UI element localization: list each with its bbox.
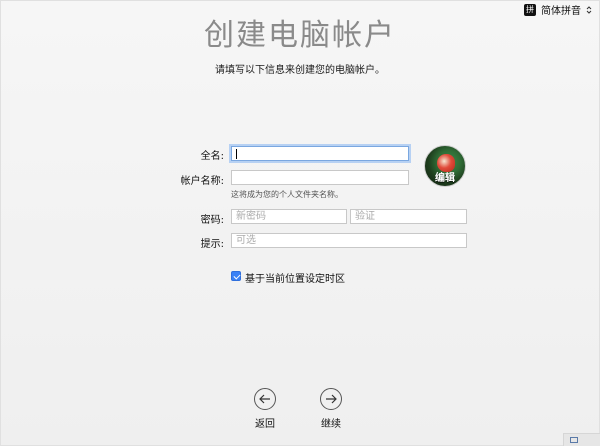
continue-label[interactable]: 继续 [311, 415, 351, 430]
page-title: 创建电脑帐户 [204, 18, 396, 53]
password-hint-label: 提示: [200, 239, 224, 250]
verify-password-placeholder: 验证 [355, 211, 375, 222]
timezone-checkbox[interactable] [231, 271, 241, 281]
status-corner [563, 433, 600, 446]
window-icon [570, 437, 578, 443]
avatar-edit-label: 编辑 [435, 173, 455, 184]
full-name-field[interactable] [231, 146, 409, 161]
account-name-label: 帐户名称: [180, 176, 224, 187]
text-caret [236, 149, 237, 159]
arrow-right-icon [326, 394, 337, 404]
new-password-placeholder: 新密码 [236, 211, 266, 222]
account-name-field[interactable] [231, 170, 409, 185]
arrow-left-icon [259, 394, 270, 404]
new-password-field[interactable]: 新密码 [231, 209, 347, 224]
password-hint-field[interactable]: 可选 [231, 233, 467, 248]
verify-password-field[interactable]: 验证 [350, 209, 467, 224]
continue-button[interactable] [320, 388, 342, 410]
back-button[interactable] [254, 388, 276, 410]
full-name-label: 全名: [200, 151, 224, 162]
page-subtitle: 请填写以下信息来创建您的电脑帐户。 [215, 65, 385, 76]
password-hint-placeholder: 可选 [236, 235, 256, 246]
timezone-checkbox-label[interactable]: 基于当前位置设定时区 [245, 270, 345, 285]
avatar-button[interactable]: 编辑 [424, 145, 466, 187]
back-label[interactable]: 返回 [245, 415, 285, 430]
account-name-hint: 这将成为您的个人文件夹名称。 [231, 190, 343, 199]
password-label: 密码: [200, 215, 224, 226]
